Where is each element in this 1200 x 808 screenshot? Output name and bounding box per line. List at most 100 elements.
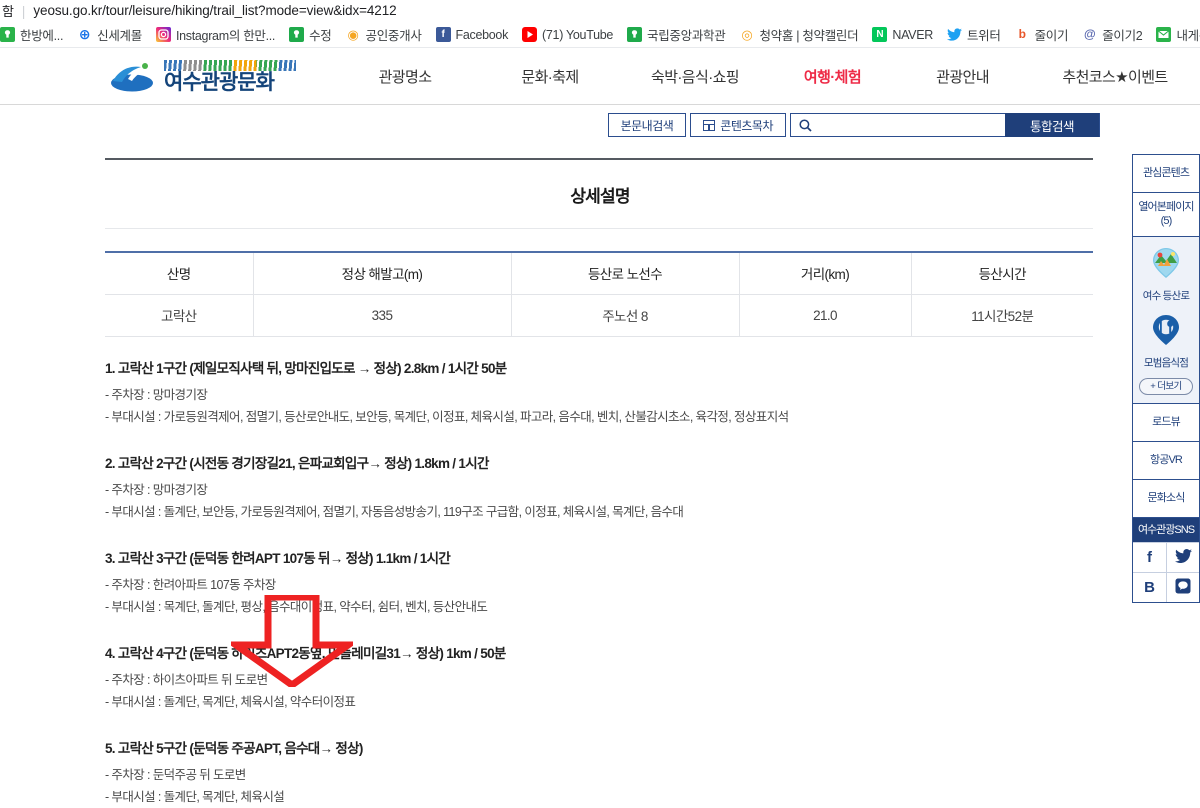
route-parking: - 주차장 : 하이츠아파트 뒤 도로변 <box>105 672 268 687</box>
show-more-button[interactable]: + 더보기 <box>1139 378 1193 395</box>
bookmark-item[interactable]: Instagram의 한만... <box>149 23 282 47</box>
generic-favicon <box>289 27 305 42</box>
bookmark-item[interactable]: 트위터 <box>940 23 1008 47</box>
route-list: 1. 고락산 1구간 (제일모직사택 뒤, 망마진입도로 → 정상) 2.8km… <box>105 337 1095 808</box>
nav-item-1[interactable]: 관광명소 <box>330 66 480 87</box>
map-pin-hiking-icon <box>1149 246 1183 285</box>
bookmark-item[interactable]: ⊕ 신세계몰 <box>70 23 149 47</box>
facebook-icon: f <box>435 27 451 42</box>
nav-item-4[interactable]: 여행·체험 <box>770 66 895 87</box>
bookmark-item[interactable]: 내게쓴메일함(131)... <box>1149 23 1200 47</box>
quick-link-recommended-restaurants[interactable]: 모범음식점 <box>1133 313 1199 370</box>
route-item: 3. 고락산 3구간 (둔덕동 한려APT 107동 뒤→ 정상) 1.1km … <box>105 549 1095 618</box>
bookmark-item[interactable]: N NAVER <box>865 23 940 47</box>
bookmark-item[interactable]: 국립중앙과학관 <box>620 23 732 47</box>
logo-name-text: 여수관광문화 <box>164 70 275 94</box>
kakao-icon <box>1175 578 1191 598</box>
table-header-cell-1: 산명 <box>105 252 253 295</box>
site-header: 여수관광문화 관광명소 문화·축제 숙박·음식·쇼핑 여행·체험 관광안내 추천코스★이벤… <box>0 48 1200 104</box>
omnibox-separator: | <box>21 2 26 19</box>
route-item: 1. 고락산 1구간 (제일모직사택 뒤, 망마진입도로 → 정상) 2.8km… <box>105 359 1095 428</box>
route-item: 2. 고락산 2구간 (시전동 경기장길21, 은파교회입구→ 정상) 1.8k… <box>105 454 1095 523</box>
content-toc-label: 콘텐츠목차 <box>720 118 773 133</box>
sns-icon-grid: f B <box>1133 542 1199 602</box>
sidebar-item-viewed-pages[interactable]: 열어본페이지 (5) <box>1133 193 1199 237</box>
bookmark-item[interactable]: b 줄이기 <box>1008 23 1076 47</box>
nav-item-6[interactable]: 추천코스★이벤트 <box>1030 66 1200 87</box>
youtube-icon <box>522 27 538 42</box>
right-quick-sidebar: 관심콘텐츠 열어본페이지 (5) 여수 등산로 모범음식점 + 더보기 로드뷰 … <box>1132 154 1200 603</box>
route-facilities: - 부대시설 : 목계단, 돌계단, 평상, 음수대이정표, 약수터, 쉼터, … <box>105 600 488 615</box>
logo-tagline-image <box>164 59 296 71</box>
quick-link-hiking-label: 여수 등산로 <box>1142 290 1190 302</box>
facebook-icon: f <box>1147 549 1152 566</box>
table-cell-3: 주노선 8 <box>510 294 739 337</box>
bookmark-label: 공인중개사 <box>365 29 422 43</box>
page-body: 상세설명 산명 정상 해발고(m) 등산로 노선수 거리(km) 등산시간 고락산 335… <box>0 145 1200 808</box>
search-strip: 본문내검색 콘텐츠목차 통합검색 <box>0 105 1200 145</box>
bookmark-label: 줄이기2 <box>1102 29 1143 43</box>
sidebar-quick-links: 여수 등산로 모범음식점 + 더보기 <box>1133 237 1199 404</box>
unified-search-button[interactable]: 통합검색 <box>1005 113 1099 137</box>
sns-kakao-button[interactable] <box>1166 572 1199 602</box>
route-facilities: - 부대시설 : 돌계단, 보안등, 가로등원격제어, 점멸기, 자동음성방송기… <box>105 505 684 520</box>
mail-icon <box>1156 27 1172 42</box>
generic-favicon <box>627 27 643 42</box>
table-cell-1: 고락산 <box>105 294 253 337</box>
bookmark-label: 내게쓴메일함(131)... <box>1176 29 1200 43</box>
bookmark-label: 신세계몰 <box>97 29 142 43</box>
bookmark-item[interactable]: 한방에... <box>0 23 70 47</box>
omnibox-url[interactable]: yeosu.go.kr/tour/leisure/hiking/trail_li… <box>33 3 396 18</box>
main-navigation: 관광명소 문화·축제 숙박·음식·쇼핑 여행·체험 관광안내 추천코스★이벤트 <box>330 66 1200 87</box>
table-cell-5: 11시간52분 <box>910 294 1093 337</box>
sidebar-menu: 로드뷰 항공VR 문화소식 <box>1133 404 1199 518</box>
bookmark-item[interactable]: 수정 <box>282 23 338 47</box>
sidebar-menu-item-1[interactable]: 로드뷰 <box>1133 404 1199 442</box>
quick-link-hiking-trails[interactable]: 여수 등산로 <box>1133 246 1199 303</box>
blog-icon: B <box>1144 579 1155 596</box>
search-icon <box>791 118 819 132</box>
route-item: 4. 고락산 4구간 (둔덕동 하이츠APT2동옆, 민들레미길31→ 정상) … <box>105 644 1095 713</box>
bookmark-label: 청약홈 | 청약캘린더 <box>759 29 859 43</box>
bookmark-item[interactable]: f Facebook <box>429 23 516 47</box>
nav-item-5[interactable]: 관광안내 <box>895 66 1030 87</box>
sns-facebook-button[interactable]: f <box>1133 542 1166 572</box>
route-title: 3. 고락산 3구간 (둔덕동 한려APT 107동 뒤→ 정상) 1.1km … <box>105 550 451 566</box>
bookmark-label: 트위터 <box>966 29 1001 43</box>
bookmark-label: 국립중앙과학관 <box>647 29 726 43</box>
sns-blog-button[interactable]: B <box>1133 572 1166 602</box>
route-title: 2. 고락산 2구간 (시전동 경기장길21, 은파교회입구→ 정상) 1.8k… <box>105 455 489 471</box>
trail-summary-table: 산명 정상 해발고(m) 등산로 노선수 거리(km) 등산시간 고락산 335 주노선 8… <box>105 251 1093 337</box>
site-logo[interactable]: 여수관광문화 <box>110 59 330 93</box>
bookmark-item[interactable]: (71) YouTube <box>515 23 620 47</box>
nav-item-3[interactable]: 숙박·음식·쇼핑 <box>620 66 770 87</box>
spiral-icon: ◎ <box>739 27 755 42</box>
sidebar-menu-item-3[interactable]: 문화소식 <box>1133 480 1199 518</box>
in-page-search-button[interactable]: 본문내검색 <box>607 113 687 137</box>
content-toc-button[interactable]: 콘텐츠목차 <box>690 113 786 137</box>
sns-twitter-button[interactable] <box>1166 542 1199 572</box>
table-header-cell-3: 등산로 노선수 <box>510 252 739 295</box>
table-grid-icon <box>703 119 716 131</box>
sns-section-title: 여수관광SNS <box>1133 518 1199 542</box>
twitter-icon <box>946 27 962 42</box>
table-cell-2: 335 <box>252 294 511 337</box>
map-pin-restaurant-icon <box>1149 313 1183 352</box>
route-facilities: - 부대시설 : 돌계단, 목계단, 체육시설, 약수터이정표 <box>105 695 356 710</box>
bookmark-item[interactable]: ◉ 공인중개사 <box>339 23 429 47</box>
nav-item-2[interactable]: 문화·축제 <box>480 66 620 87</box>
bookmark-item[interactable]: ◎ 청약홈 | 청약캘린더 <box>732 23 865 47</box>
sidebar-menu-item-2[interactable]: 항공VR <box>1133 442 1199 480</box>
bookmark-label: 수정 <box>309 29 332 43</box>
table-row: 고락산 335 주노선 8 21.0 11시간52분 <box>105 294 1093 337</box>
route-title: 5. 고락산 5구간 (둔덕동 주공APT, 음수대→ 정상) <box>105 740 363 756</box>
naver-icon: N <box>872 27 888 42</box>
bookmark-item[interactable]: @ 줄이기2 <box>1075 23 1149 47</box>
sidebar-item-interest-content[interactable]: 관심콘텐츠 <box>1133 155 1199 193</box>
table-header-cell-5: 등산시간 <box>910 252 1093 295</box>
route-facilities: - 부대시설 : 가로등원격제어, 점멸기, 등산로안내도, 보안등, 목계단,… <box>105 410 789 425</box>
browser-chrome: 함 | yeosu.go.kr/tour/leisure/hiking/trai… <box>0 0 1200 48</box>
omnibox-row: 함 | yeosu.go.kr/tour/leisure/hiking/trai… <box>0 0 1200 22</box>
route-parking: - 주차장 : 둔덕주공 뒤 도로변 <box>105 767 246 782</box>
search-input[interactable] <box>819 114 1005 136</box>
